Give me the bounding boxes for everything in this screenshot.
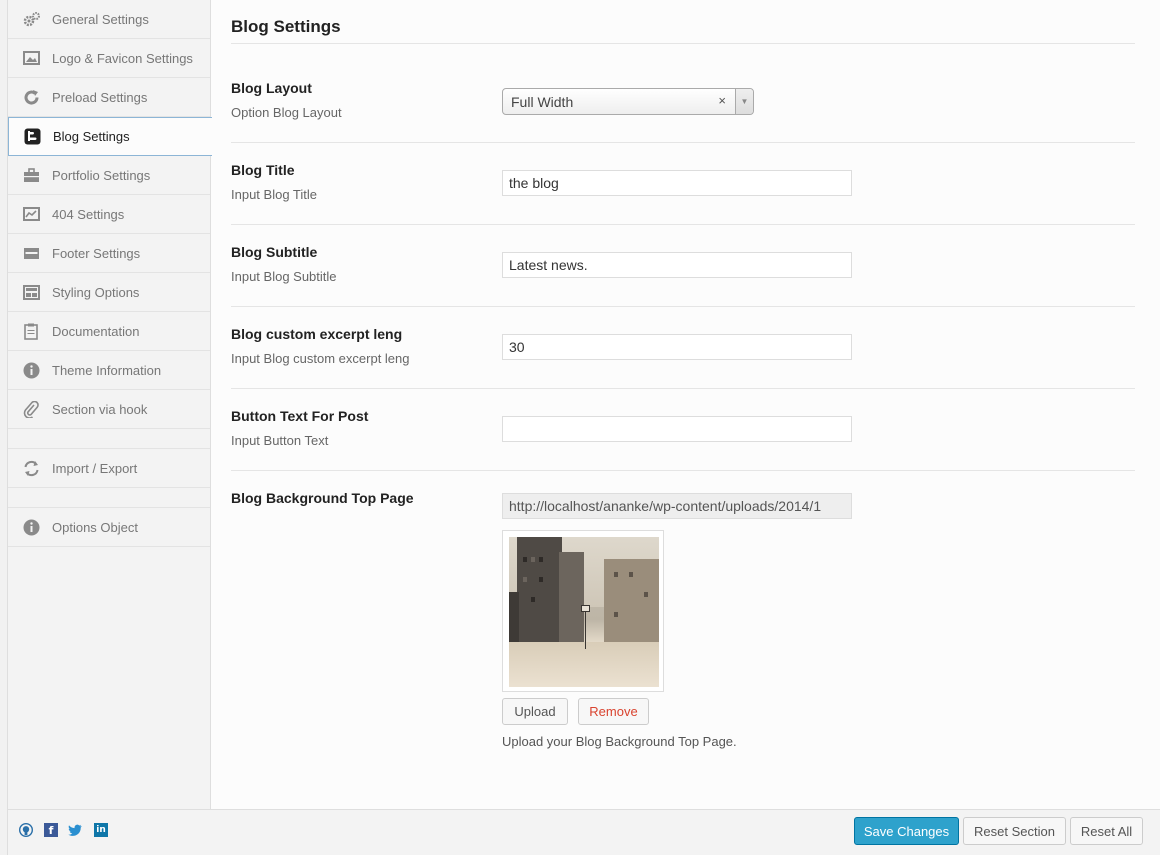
sidebar-item-section-via-hook[interactable]: Section via hook [8, 390, 210, 429]
reset-all-button[interactable]: Reset All [1070, 817, 1143, 845]
divider [231, 43, 1135, 44]
chevron-down-icon[interactable]: ▼ [735, 89, 753, 114]
sidebar-item-label: Theme Information [52, 362, 162, 378]
blog-subtitle-input[interactable] [502, 252, 852, 278]
field-description: Option Blog Layout [231, 105, 342, 120]
blog-layout-select[interactable]: Full Width × ▼ [502, 88, 754, 115]
sync-icon [22, 459, 40, 477]
sidebar: General Settings Logo & Favicon Settings… [8, 0, 212, 809]
briefcase-icon [22, 166, 40, 184]
remove-button[interactable]: Remove [578, 698, 649, 725]
info-icon [22, 518, 40, 536]
field-label: Button Text For Post [231, 408, 369, 424]
sidebar-item-label: 404 Settings [52, 206, 125, 222]
footer-icon [22, 244, 40, 262]
sidebar-item-documentation[interactable]: Documentation [8, 312, 210, 351]
sidebar-item-label: General Settings [52, 11, 149, 27]
page-title: Blog Settings [231, 17, 341, 36]
field-label: Blog Subtitle [231, 244, 318, 260]
field-help-text: Upload your Blog Background Top Page. [502, 734, 737, 749]
sidebar-item-logo-favicon[interactable]: Logo & Favicon Settings [8, 39, 210, 78]
sidebar-item-label: Preload Settings [52, 89, 148, 105]
footer-bar: f in Save Changes Reset Section Reset Al… [8, 809, 1160, 855]
sidebar-item-label: Styling Options [52, 284, 140, 300]
sidebar-item-blog-settings[interactable]: Blog Settings [8, 117, 212, 156]
sidebar-item-portfolio[interactable]: Portfolio Settings [8, 156, 210, 195]
select-value: Full Width [511, 94, 574, 110]
sidebar-item-label: Options Object [52, 519, 138, 535]
field-label: Blog Background Top Page [231, 490, 414, 506]
excerpt-length-input[interactable] [502, 334, 852, 360]
sidebar-item-404[interactable]: 404 Settings [8, 195, 210, 234]
info-icon [22, 361, 40, 379]
background-preview [502, 530, 664, 692]
field-row-blog-layout: Blog Layout Option Blog Layout Full Widt… [231, 80, 1135, 143]
twitter-icon[interactable] [68, 823, 82, 837]
clipboard-icon [22, 322, 40, 340]
paperclip-icon [22, 400, 40, 418]
options-panel: General Settings Logo & Favicon Settings… [7, 0, 1160, 855]
facebook-icon[interactable]: f [44, 823, 58, 837]
gears-icon [22, 10, 40, 28]
field-description: Input Blog Title [231, 187, 317, 202]
settings-content: Blog Settings Blog Layout Option Blog La… [211, 0, 1160, 809]
save-changes-button[interactable]: Save Changes [854, 817, 959, 845]
sidebar-item-footer[interactable]: Footer Settings [8, 234, 210, 273]
image-icon [22, 49, 40, 67]
clear-icon[interactable]: × [718, 93, 726, 108]
sidebar-divider [8, 429, 210, 449]
github-icon[interactable] [19, 823, 33, 837]
chart-icon [22, 205, 40, 223]
sidebar-item-general-settings[interactable]: General Settings [8, 0, 210, 39]
field-row-blog-subtitle: Blog Subtitle Input Blog Subtitle [231, 244, 1135, 307]
field-label: Blog Title [231, 162, 295, 178]
field-description: Input Blog custom excerpt leng [231, 351, 410, 366]
sidebar-item-label: Import / Export [52, 460, 138, 476]
sidebar-item-preload[interactable]: Preload Settings [8, 78, 210, 117]
sidebar-item-label: Logo & Favicon Settings [52, 50, 193, 66]
refresh-icon [22, 88, 40, 106]
field-description: Input Button Text [231, 433, 329, 448]
sidebar-divider [8, 488, 210, 508]
sidebar-item-label: Portfolio Settings [52, 167, 151, 183]
sidebar-item-styling[interactable]: Styling Options [8, 273, 210, 312]
field-label: Blog custom excerpt leng [231, 326, 403, 342]
sidebar-item-label: Footer Settings [52, 245, 141, 261]
field-row-button-text: Button Text For Post Input Button Text [231, 408, 1135, 471]
sidebar-item-label: Documentation [52, 323, 140, 339]
preview-image [509, 537, 659, 687]
sidebar-item-label: Section via hook [52, 401, 148, 417]
field-label: Blog Layout [231, 80, 312, 96]
blog-title-input[interactable] [502, 170, 852, 196]
button-text-input[interactable] [502, 416, 852, 442]
linkedin-icon[interactable]: in [94, 823, 108, 837]
reset-section-button[interactable]: Reset Section [963, 817, 1066, 845]
upload-button[interactable]: Upload [502, 698, 568, 725]
sidebar-item-theme-information[interactable]: Theme Information [8, 351, 210, 390]
sidebar-item-label: Blog Settings [53, 129, 130, 144]
field-row-excerpt-length: Blog custom excerpt leng Input Blog cust… [231, 326, 1135, 389]
field-description: Input Blog Subtitle [231, 269, 337, 284]
background-url-field[interactable]: http://localhost/ananke/wp-content/uploa… [502, 493, 852, 519]
blogger-icon [23, 128, 41, 146]
field-row-blog-title: Blog Title Input Blog Title [231, 162, 1135, 225]
sidebar-item-import-export[interactable]: Import / Export [8, 449, 210, 488]
layout-icon [22, 283, 40, 301]
sidebar-item-options-object[interactable]: Options Object [8, 508, 210, 547]
